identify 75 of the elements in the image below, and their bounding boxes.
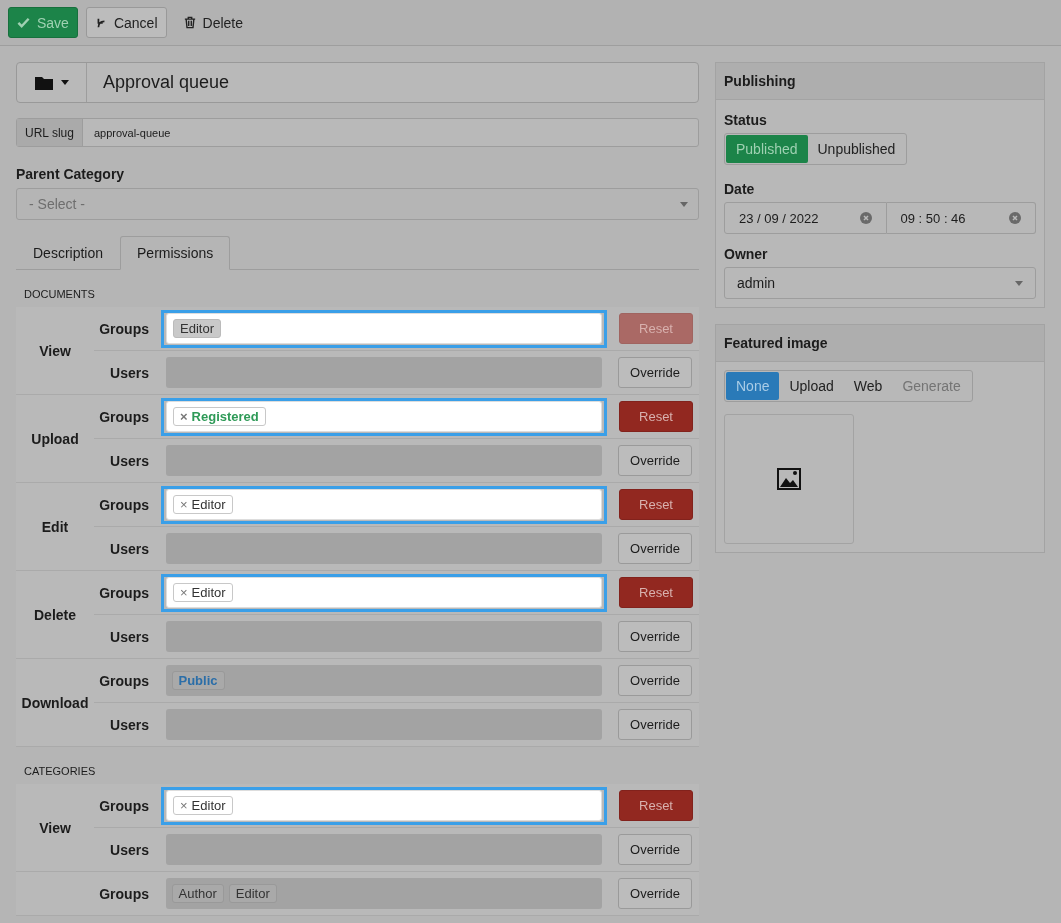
- folder-icon: [34, 75, 53, 90]
- slug-label: URL slug: [17, 119, 83, 146]
- tag: Author: [171, 884, 224, 903]
- row-label: Users: [109, 452, 149, 469]
- action-label: View: [39, 819, 71, 836]
- status-option[interactable]: Unpublished: [807, 135, 906, 163]
- check-icon: [17, 16, 30, 29]
- row-label: Groups: [98, 885, 149, 902]
- title-field[interactable]: Approval queue: [16, 62, 699, 103]
- tag: × Editor: [173, 495, 233, 514]
- caret-icon: [60, 80, 69, 85]
- permission-button[interactable]: Override: [618, 665, 692, 696]
- row-label: Users: [109, 841, 149, 858]
- card-title: Publishing: [716, 63, 1044, 100]
- tag: Editor: [173, 319, 221, 338]
- row-label: Groups: [98, 320, 149, 337]
- tag-field[interactable]: Author Editor: [165, 878, 602, 909]
- tag: × Editor: [173, 796, 233, 815]
- row-label: Groups: [98, 496, 149, 513]
- field-label: Status: [724, 112, 768, 128]
- source-option[interactable]: Web: [843, 372, 893, 400]
- image-icon: [777, 468, 801, 490]
- permission-button[interactable]: Reset: [619, 577, 693, 608]
- permission-button[interactable]: Override: [618, 709, 692, 740]
- field-label: Owner: [724, 246, 769, 262]
- field-label: Parent Category: [16, 166, 126, 182]
- row-label: Groups: [98, 408, 149, 425]
- tag-field[interactable]: × Editor: [166, 790, 602, 821]
- caret-icon: [1015, 280, 1023, 286]
- permission-button[interactable]: Override: [618, 834, 692, 865]
- row-label: Groups: [98, 797, 149, 814]
- permission-button[interactable]: Reset: [619, 790, 693, 821]
- toolbar-button[interactable]: Delete: [174, 7, 252, 38]
- action-label: View: [39, 342, 71, 359]
- clear-icon[interactable]: [1009, 212, 1021, 224]
- tag-field[interactable]: × Registered: [166, 401, 602, 432]
- section-heading: CATEGORIES: [23, 764, 97, 779]
- time-field[interactable]: 09 : 50 : 46: [886, 202, 1036, 234]
- row-label: Groups: [98, 672, 149, 689]
- permission-button[interactable]: Reset: [619, 489, 693, 520]
- tag: × Editor: [173, 583, 233, 602]
- permission-button[interactable]: Override: [618, 357, 692, 388]
- tag: Public: [171, 671, 225, 690]
- permission-button[interactable]: Reset: [619, 401, 693, 432]
- row-label: Users: [109, 716, 149, 733]
- action-label: Delete: [34, 606, 76, 623]
- section-heading: DOCUMENTS: [23, 287, 96, 302]
- row-label: Users: [109, 540, 149, 557]
- toolbar-button[interactable]: Cancel: [85, 7, 167, 38]
- tag-field[interactable]: × Editor: [166, 577, 602, 608]
- tag: × Registered: [173, 407, 266, 426]
- slug-field[interactable]: URL slug approval-queue: [16, 118, 699, 147]
- owner-select[interactable]: admin: [724, 267, 1036, 299]
- clear-icon[interactable]: [859, 212, 872, 224]
- caret-icon: [680, 201, 688, 207]
- tag-field[interactable]: × Editor: [166, 489, 602, 520]
- permission-button[interactable]: Override: [618, 533, 692, 564]
- date-field[interactable]: 23 / 09 / 2022: [724, 202, 887, 234]
- source-option[interactable]: Upload: [779, 372, 844, 400]
- row-label: Users: [109, 364, 149, 381]
- tag-field[interactable]: Editor: [166, 313, 602, 344]
- tag: Editor: [228, 884, 277, 903]
- permission-button[interactable]: Override: [618, 621, 692, 652]
- action-label: Download: [21, 694, 89, 711]
- trash-icon: [183, 16, 196, 29]
- permission-button[interactable]: Override: [618, 878, 692, 909]
- tab[interactable]: Description: [16, 236, 121, 270]
- row-label: Users: [109, 628, 149, 645]
- action-label: Edit: [41, 518, 69, 535]
- field-label: Date: [724, 181, 756, 197]
- permission-button[interactable]: Override: [618, 445, 692, 476]
- row-label: Groups: [98, 584, 149, 601]
- card-title: Featured image: [716, 325, 1044, 362]
- tab[interactable]: Permissions: [120, 236, 231, 270]
- action-label: Upload: [31, 430, 79, 447]
